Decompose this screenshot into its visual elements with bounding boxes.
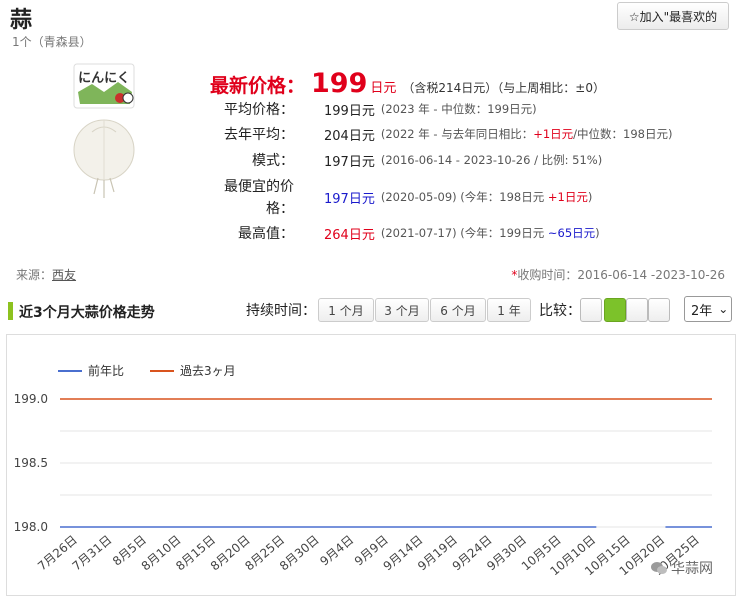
mode-row: 模式： 197日元 (2016-06-14 - 2023-10-26 / 比例:…: [210, 149, 602, 171]
latest-price-label: 最新价格：: [210, 75, 306, 97]
duration-1-year-button[interactable]: 1 年: [487, 298, 531, 322]
highest-diff: ~65日元: [547, 226, 596, 240]
cheapest-diff: +1日元: [547, 190, 588, 204]
source-info: 来源：西友: [16, 266, 76, 283]
add-favorite-label: ☆加入"最喜欢的: [628, 9, 718, 24]
section-accent-bar: [8, 302, 13, 320]
watermark-text: 华蒜网: [671, 561, 713, 577]
add-favorite-button[interactable]: ☆加入"最喜欢的: [617, 2, 729, 30]
compare-option-4[interactable]: [648, 298, 670, 322]
legend-label-0: 前年比: [88, 363, 124, 378]
garlic-product-image: にんにく: [73, 63, 135, 198]
compare-option-3[interactable]: [626, 298, 648, 322]
average-price-note: (2023 年 - 中位数：199日元): [380, 102, 537, 116]
collection-period: *收购时间：2016-06-14 -2023-10-26: [511, 266, 725, 283]
average-price-value: 199日元: [324, 103, 375, 119]
last-year-average-label: 去年平均：: [224, 127, 294, 143]
cheapest-price-value: 197日元: [324, 191, 375, 207]
last-year-average-row: 去年平均： 204日元 (2022 年 - 与去年同日相比：+1日元/中位数：1…: [210, 123, 672, 145]
cheapest-note-post: ): [587, 190, 593, 204]
highest-note-post: ): [595, 226, 600, 240]
chevron-down-icon: ⌄: [718, 302, 729, 316]
highest-price-label: 最高值：: [238, 226, 294, 242]
highest-note-pre: (2021-07-17) (今年：199日元: [380, 226, 548, 240]
latest-price-unit: 日元: [370, 81, 397, 96]
duration-1-month-button[interactable]: 1 个月: [318, 298, 374, 322]
wechat-icon: [651, 562, 667, 574]
latest-price-note: （含税214日元）（与上周相比：±0）: [402, 81, 606, 95]
highest-price-value: 264日元: [324, 227, 375, 243]
year-range-select[interactable]: 2年 ⌄: [684, 296, 732, 322]
average-price-label: 平均价格：: [224, 102, 294, 118]
year-range-value: 2年: [691, 303, 713, 319]
source-label: 来源：: [16, 268, 53, 282]
cheapest-price-row: 197日元 (2020-05-09) (今年：198日元 +1日元): [210, 186, 592, 208]
average-price-row: 平均价格： 199日元 (2023 年 - 中位数：199日元): [210, 98, 537, 120]
x-tick-label: 9月4日: [317, 533, 356, 569]
section-title: 近3个月大蒜价格走势: [19, 305, 155, 321]
y-tick-label: 199.0: [14, 392, 48, 406]
mode-note: (2016-06-14 - 2023-10-26 / 比例: 51%): [380, 153, 603, 167]
compare-label: 比较：: [539, 303, 581, 319]
product-subtitle: 1个（青森县）: [12, 35, 92, 49]
collection-text: 收购时间：2016-06-14 -2023-10-26: [517, 268, 725, 282]
latest-price-value: 199: [311, 68, 368, 99]
y-tick-label: 198.5: [14, 456, 48, 470]
duration-3-months-button[interactable]: 3 个月: [375, 298, 429, 322]
x-tick-label: 8月30日: [277, 533, 322, 574]
last-year-diff: +1日元: [533, 127, 574, 141]
last-year-average-value: 204日元: [324, 128, 375, 144]
latest-price: 最新价格： 199 日元 （含税214日元）（与上周相比：±0）: [210, 68, 605, 99]
highest-price-row: 最高值： 264日元 (2021-07-17) (今年：199日元 ~65日元): [210, 222, 600, 244]
last-year-note-post: /中位数：198日元): [573, 127, 673, 141]
x-tick-label: 7月31日: [70, 533, 115, 574]
compare-option-1[interactable]: [580, 298, 602, 322]
source-link[interactable]: 西友: [52, 268, 76, 282]
mode-label: 模式：: [252, 153, 294, 169]
package-label: にんにく: [78, 71, 130, 86]
page-title: 蒜: [10, 8, 33, 33]
duration-6-months-button[interactable]: 6 个月: [430, 298, 486, 322]
last-year-note-pre: (2022 年 - 与去年同日相比：: [380, 127, 534, 141]
cheapest-note-pre: (2020-05-09) (今年：198日元: [380, 190, 548, 204]
compare-option-2[interactable]: [604, 298, 626, 322]
price-trend-chart: 199.0198.5198.07月26日7月31日8月5日8月10日8月15日8…: [14, 363, 712, 578]
watermark: 华蒜网: [651, 558, 713, 578]
y-tick-label: 198.0: [14, 520, 48, 534]
mode-value: 197日元: [324, 154, 375, 170]
legend-label-1: 過去3ヶ月: [180, 364, 236, 378]
duration-label: 持续时间：: [246, 303, 316, 319]
